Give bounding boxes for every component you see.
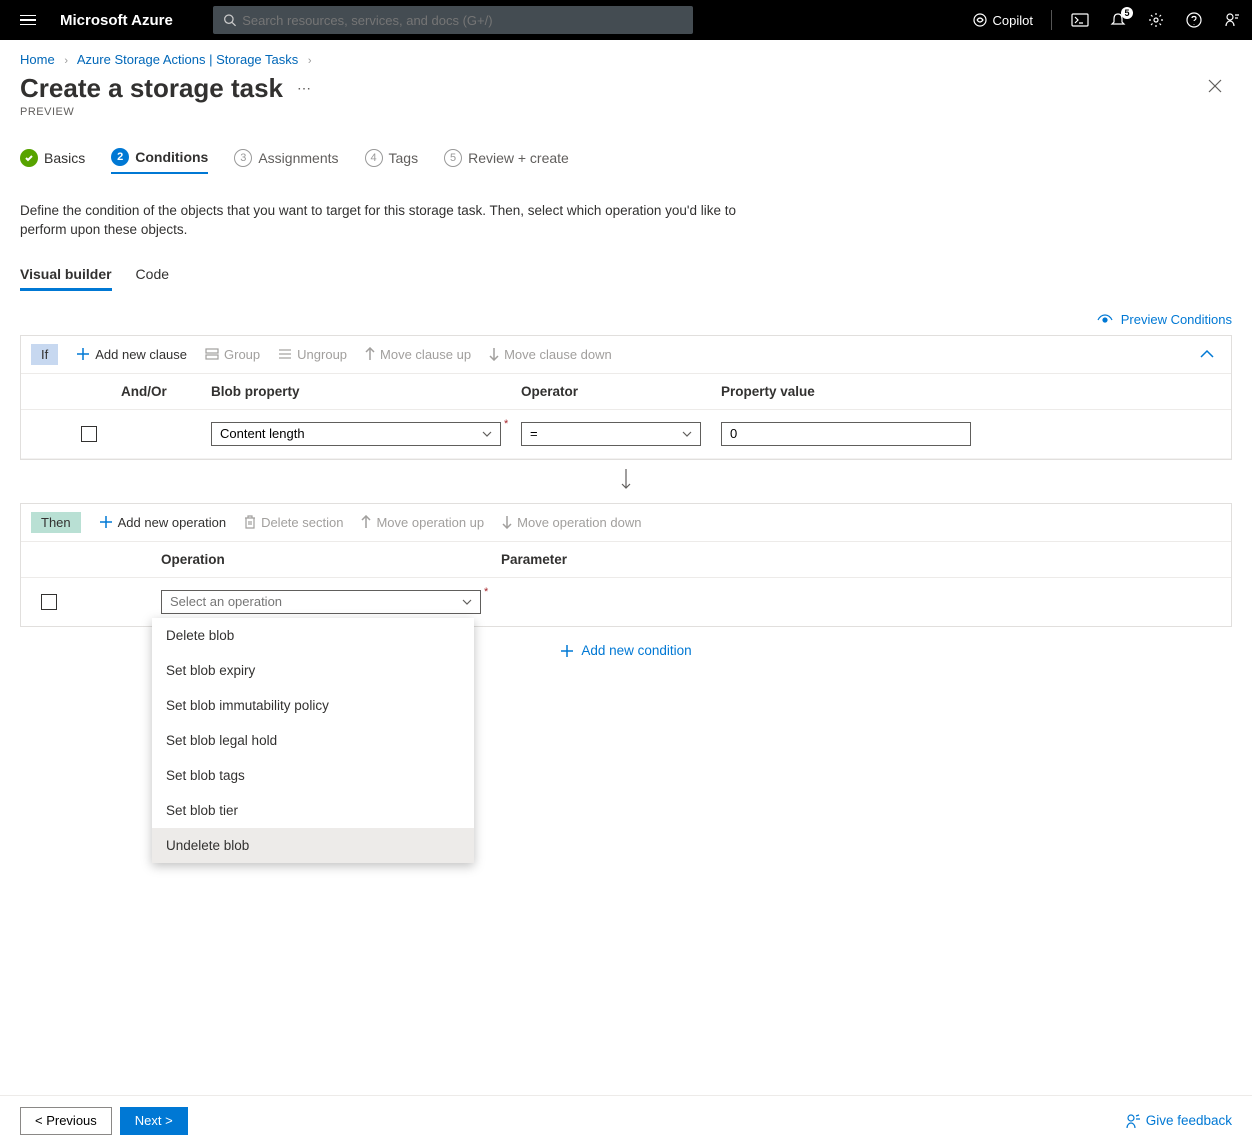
global-search[interactable] [213,6,693,34]
breadcrumb: Home › Azure Storage Actions | Storage T… [0,40,1252,73]
feedback-icon[interactable] [1222,10,1242,30]
row-checkbox[interactable] [81,426,97,442]
required-indicator: * [504,418,508,430]
preview-icon [1097,314,1113,326]
operation-dropdown: Delete blob Set blob expiry Set blob imm… [152,618,474,863]
option-delete-blob[interactable]: Delete blob [152,618,474,653]
option-set-blob-expiry[interactable]: Set blob expiry [152,653,474,688]
hamburger-menu-icon[interactable] [20,10,40,30]
group-icon [205,348,219,360]
ungroup-button[interactable]: Ungroup [278,347,347,362]
settings-icon[interactable] [1146,10,1166,30]
step-conditions[interactable]: 2 Conditions [111,148,208,174]
flow-arrow-icon [0,460,1252,503]
arrow-up-icon [365,347,375,361]
search-icon [223,13,236,27]
next-button[interactable]: Next > [120,1107,188,1135]
plus-icon [99,515,113,529]
then-chip: Then [31,512,81,533]
add-clause-button[interactable]: Add new clause [76,347,187,362]
header-operation: Operation [161,552,501,567]
operator-select[interactable]: = [521,422,701,446]
page-header: Create a storage task ⋯ [0,73,1252,104]
if-card: If Add new clause Group Ungroup Move cla… [20,335,1232,460]
divider [1051,10,1052,30]
notifications-icon[interactable]: 5 [1108,10,1128,30]
collapse-icon[interactable] [1199,347,1221,362]
search-input[interactable] [242,13,683,28]
header-property-value: Property value [721,384,981,399]
delete-section-button[interactable]: Delete section [244,515,343,530]
group-button[interactable]: Group [205,347,260,362]
property-value-input[interactable] [721,422,971,446]
option-set-blob-legal-hold[interactable]: Set blob legal hold [152,723,474,758]
page-title: Create a storage task [20,73,283,104]
chevron-down-icon [682,431,692,437]
step-assignments[interactable]: 3 Assignments [234,148,338,174]
preview-conditions-row: Preview Conditions [0,291,1252,335]
then-card: Then Add new operation Delete section Mo… [20,503,1232,627]
previous-button[interactable]: < Previous [20,1107,112,1135]
step-tags[interactable]: 4 Tags [365,148,419,174]
option-set-blob-tags[interactable]: Set blob tags [152,758,474,793]
give-feedback-link[interactable]: Give feedback [1125,1113,1232,1129]
breadcrumb-parent[interactable]: Azure Storage Actions | Storage Tasks [77,52,298,67]
page-menu-icon[interactable]: ⋯ [297,80,311,97]
header-parameter: Parameter [501,552,801,567]
wizard-steps: Basics 2 Conditions 3 Assignments 4 Tags… [0,118,1252,182]
blob-property-select[interactable]: Content length [211,422,501,446]
plus-icon [560,644,574,658]
if-chip: If [31,344,58,365]
copilot-icon [972,12,988,28]
copilot-label: Copilot [993,13,1033,28]
operation-select[interactable]: Select an operation [161,590,481,614]
header-operator: Operator [521,384,721,399]
tab-visual-builder[interactable]: Visual builder [20,266,112,291]
arrow-down-icon [489,347,499,361]
clause-row: Content length * = [21,410,1231,459]
if-toolbar: If Add new clause Group Ungroup Move cla… [21,336,1231,374]
chevron-down-icon [482,431,492,437]
breadcrumb-home[interactable]: Home [20,52,55,67]
chevron-down-icon [462,599,472,605]
required-indicator: * [484,586,488,598]
move-clause-down-button[interactable]: Move clause down [489,347,612,362]
then-grid-header: Operation Parameter [21,542,1231,578]
header-blob-property: Blob property [211,384,521,399]
cloud-shell-icon[interactable] [1070,10,1090,30]
header-andor: And/Or [121,384,211,399]
topbar: Microsoft Azure Copilot 5 [0,0,1252,40]
footer-bar: < Previous Next > Give feedback [0,1095,1252,1145]
option-set-blob-tier[interactable]: Set blob tier [152,793,474,828]
preview-tag: PREVIEW [0,104,1252,118]
description-text: Define the condition of the objects that… [0,182,760,240]
help-icon[interactable] [1184,10,1204,30]
ungroup-icon [278,348,292,360]
row-checkbox[interactable] [41,594,57,610]
option-set-blob-immutability[interactable]: Set blob immutability policy [152,688,474,723]
if-grid-header: And/Or Blob property Operator Property v… [21,374,1231,410]
trash-icon [244,515,256,529]
preview-conditions-link[interactable]: Preview Conditions [1097,312,1232,327]
option-undelete-blob[interactable]: Undelete blob [152,828,474,863]
move-clause-up-button[interactable]: Move clause up [365,347,471,362]
arrow-up-icon [361,515,371,529]
tab-code[interactable]: Code [136,266,169,291]
close-icon[interactable] [1208,79,1222,98]
notification-badge: 5 [1121,7,1133,19]
then-toolbar: Then Add new operation Delete section Mo… [21,504,1231,542]
copilot-button[interactable]: Copilot [972,12,1033,28]
move-op-down-button[interactable]: Move operation down [502,515,641,530]
step-review[interactable]: 5 Review + create [444,148,569,174]
add-operation-button[interactable]: Add new operation [99,515,226,530]
step-basics[interactable]: Basics [20,148,85,174]
move-op-up-button[interactable]: Move operation up [361,515,484,530]
feedback-person-icon [1125,1113,1141,1129]
brand-label[interactable]: Microsoft Azure [60,12,173,29]
subtabs: Visual builder Code [0,240,1252,291]
arrow-down-icon [502,515,512,529]
plus-icon [76,347,90,361]
